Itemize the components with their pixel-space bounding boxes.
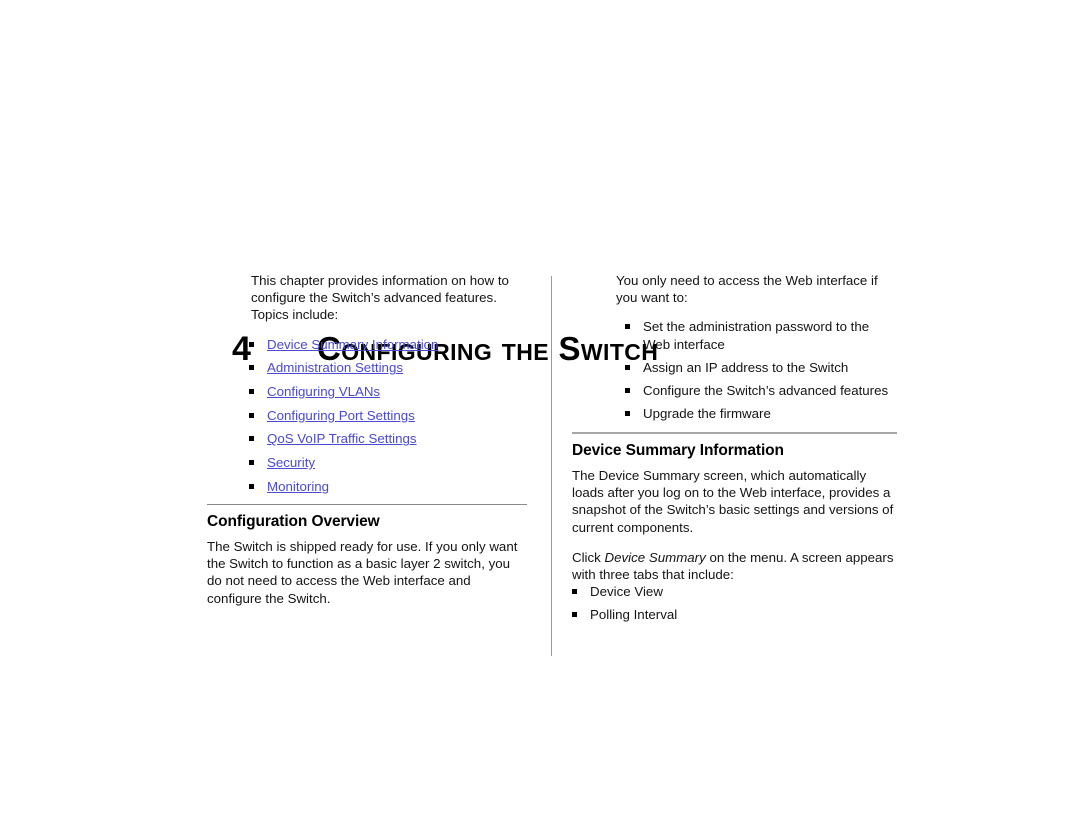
list-item-label: Assign an IP address to the Switch — [643, 359, 849, 375]
section-configuration-overview: Configuration Overview The Switch is shi… — [207, 504, 527, 607]
topic-link-device-summary-information[interactable]: Device Summary Information — [267, 337, 438, 352]
list-item: Administration Settings — [249, 359, 529, 376]
topic-link-configuring-vlans[interactable]: Configuring VLANs — [267, 384, 380, 399]
section-rule — [572, 432, 897, 434]
list-item: Configuring VLANs — [249, 383, 529, 400]
section-rule — [207, 504, 527, 505]
topic-link-administration-settings[interactable]: Administration Settings — [267, 360, 403, 375]
square-bullet-icon — [249, 412, 254, 418]
paragraph-prefix: Click — [572, 549, 605, 565]
topic-links-list: Device Summary Information Administratio… — [249, 336, 529, 495]
square-bullet-icon — [249, 436, 254, 442]
device-summary-tabs-list: Device View Polling Interval — [572, 583, 897, 623]
list-item-label: Upgrade the firmware — [643, 406, 771, 422]
square-bullet-icon — [625, 364, 630, 370]
section-heading-device-summary-information: Device Summary Information — [572, 442, 784, 459]
square-bullet-icon — [249, 483, 254, 489]
web-interface-uses-list: Set the administration password to the W… — [625, 318, 897, 422]
right-column: You only need to access the Web interfac… — [572, 272, 897, 422]
topic-link-monitoring[interactable]: Monitoring — [267, 479, 329, 494]
square-bullet-icon — [249, 460, 254, 466]
list-item: Configuring Port Settings — [249, 407, 529, 424]
device-summary-paragraph-1: The Device Summary screen, which automat… — [572, 468, 894, 535]
list-item: QoS VoIP Traffic Settings — [249, 430, 529, 447]
list-item-label: Device View — [590, 584, 663, 600]
list-item: Monitoring — [249, 478, 529, 495]
square-bullet-icon — [625, 388, 630, 394]
list-item-label: Polling Interval — [590, 607, 678, 623]
device-summary-paragraph-2: Click Device Summary on the menu. A scre… — [572, 549, 897, 583]
list-item: Security — [249, 454, 529, 471]
list-item: Device View — [572, 583, 897, 600]
chapter-header: 4 Configuring the Switch — [0, 160, 1080, 368]
section-heading-configuration-overview: Configuration Overview — [207, 513, 380, 530]
menu-item-reference: Device Summary — [604, 549, 706, 565]
list-item: Polling Interval — [572, 606, 897, 623]
left-intro-paragraph: This chapter provides information on how… — [251, 273, 509, 323]
square-bullet-icon — [572, 612, 577, 618]
list-item-label: Set the administration password to the W… — [643, 319, 870, 352]
square-bullet-icon — [249, 341, 254, 347]
list-item: Device Summary Information — [249, 336, 529, 353]
configuration-overview-paragraph: The Switch is shipped ready for use. If … — [207, 539, 518, 606]
square-bullet-icon — [249, 389, 254, 395]
square-bullet-icon — [249, 365, 254, 371]
left-column: This chapter provides information on how… — [207, 272, 529, 502]
square-bullet-icon — [625, 411, 630, 417]
column-divider — [551, 276, 552, 656]
topic-link-security[interactable]: Security — [267, 455, 315, 470]
list-item: Configure the Switch’s advanced features — [625, 382, 897, 399]
section-device-summary-information: Device Summary Information The Device Su… — [572, 432, 897, 624]
topic-link-qos-voip-traffic-settings[interactable]: QoS VoIP Traffic Settings — [267, 431, 417, 446]
list-item-label: Configure the Switch’s advanced features — [643, 383, 889, 399]
list-item: Set the administration password to the W… — [625, 318, 897, 352]
right-intro-paragraph: You only need to access the Web interfac… — [616, 273, 878, 306]
square-bullet-icon — [572, 589, 577, 595]
square-bullet-icon — [625, 324, 630, 330]
topic-link-configuring-port-settings[interactable]: Configuring Port Settings — [267, 408, 415, 423]
list-item: Assign an IP address to the Switch — [625, 359, 897, 376]
list-item: Upgrade the firmware — [625, 405, 897, 422]
